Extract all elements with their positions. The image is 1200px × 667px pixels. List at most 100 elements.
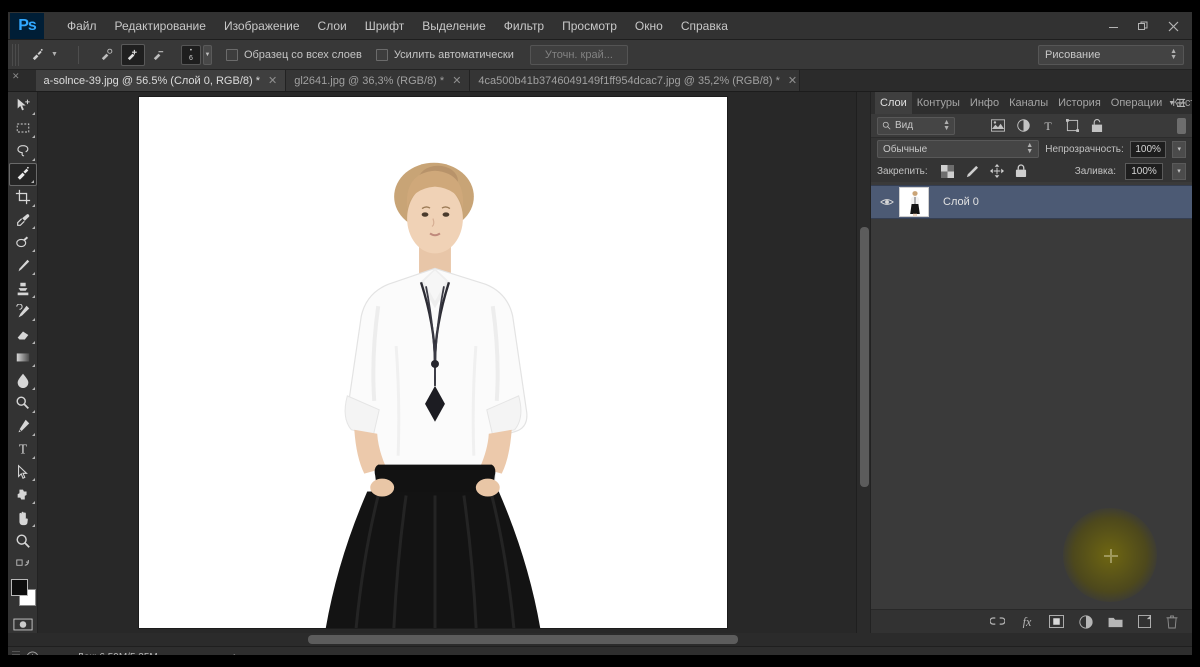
document-size-label: Док: 6,59M/5,35M	[77, 652, 158, 655]
menu-item-image[interactable]: Изображение	[215, 15, 309, 37]
foreground-color-swatch[interactable]	[10, 579, 28, 597]
panel-tab-layers[interactable]: Слои	[875, 92, 912, 114]
move-tool[interactable]	[9, 94, 37, 117]
layer-style-fx-icon[interactable]: fx	[1020, 615, 1034, 628]
layer-filter-chevron-updown-icon[interactable]: ▲ ▼	[943, 119, 950, 132]
document-tab-1-close-icon[interactable]: ✕	[268, 74, 277, 87]
layer-filter-enable-toggle[interactable]	[1177, 117, 1186, 134]
panel-tab-actions[interactable]: Операции	[1106, 94, 1167, 112]
gradient-tool[interactable]	[9, 346, 37, 369]
svg-text:fx: fx	[1023, 615, 1032, 628]
dodge-tool[interactable]	[9, 392, 37, 415]
eyedropper-tool[interactable]	[9, 209, 37, 232]
new-adjustment-layer-icon[interactable]	[1079, 614, 1093, 629]
sample-all-layers-row[interactable]: Образец со всех слоев	[225, 48, 362, 61]
new-layer-icon[interactable]	[1138, 615, 1151, 628]
menu-item-layers[interactable]: Слои	[309, 15, 356, 37]
color-swatches[interactable]	[9, 579, 37, 609]
subtract-from-selection-icon[interactable]	[147, 44, 171, 66]
zoom-tool[interactable]	[9, 529, 37, 552]
new-selection-icon[interactable]	[95, 44, 119, 66]
layer-filter-type-select[interactable]: Вид ▲ ▼	[877, 116, 955, 135]
layer-list[interactable]: Слой 0	[871, 182, 1192, 609]
layer-name[interactable]: Слой 0	[943, 196, 979, 208]
refine-edge-button[interactable]: Уточн. край...	[529, 44, 628, 65]
panel-tab-channels[interactable]: Каналы	[1004, 94, 1053, 112]
quick-selection-tool[interactable]	[8, 162, 37, 186]
menu-item-file[interactable]: Файл	[58, 15, 106, 37]
menu-item-window[interactable]: Окно	[626, 15, 672, 37]
blend-mode-row: Обычные ▲ ▼ Непрозрачность: 100% ▾	[871, 138, 1192, 160]
document-tab-1[interactable]: a-solnce-39.jpg @ 56.5% (Слой 0, RGB/8) …	[35, 70, 287, 91]
hand-tool[interactable]	[9, 506, 37, 529]
link-layers-icon[interactable]	[990, 616, 1005, 627]
brush-tool[interactable]	[9, 254, 37, 277]
workspace-selector[interactable]: Рисование ▲ ▼	[1038, 45, 1184, 65]
blend-mode-select[interactable]: Обычные ▲ ▼	[877, 140, 1040, 158]
canvas-horizontal-scrollbar[interactable]	[8, 633, 1192, 646]
auto-enhance-row[interactable]: Усилить автоматически	[375, 48, 514, 61]
panel-tab-paths[interactable]: Контуры	[912, 94, 965, 112]
restore-icon[interactable]	[1128, 15, 1158, 37]
add-layer-mask-icon[interactable]	[1049, 615, 1064, 628]
options-bar-grip[interactable]	[12, 43, 19, 66]
brush-size-field[interactable]: • 6	[180, 44, 201, 65]
menu-item-type[interactable]: Шрифт	[356, 15, 413, 37]
layer-thumbnail[interactable]	[899, 187, 929, 217]
add-to-selection-icon[interactable]	[120, 43, 145, 66]
quick-mask-icon[interactable]	[11, 617, 35, 633]
path-selection-tool[interactable]	[9, 461, 37, 484]
status-expand-icon[interactable]: ▶ ◂	[234, 652, 248, 655]
canvas-area[interactable]	[38, 92, 870, 633]
document-tab-3[interactable]: 4ca500b41b3746049149f1ff954dcac7.jpg @ 3…	[470, 70, 801, 91]
rectangular-marquee-tool[interactable]	[9, 117, 37, 140]
status-bar-grip[interactable]	[12, 650, 20, 655]
lasso-tool[interactable]	[9, 140, 37, 163]
panel-menu-icon[interactable]: ▼ ☰	[1168, 97, 1186, 110]
canvas-vertical-scroll-thumb[interactable]	[860, 227, 869, 487]
menu-item-edit[interactable]: Редактирование	[106, 15, 215, 37]
panel-tab-history[interactable]: История	[1053, 94, 1106, 112]
panel-tab-info[interactable]: Инфо	[965, 94, 1004, 112]
new-group-icon[interactable]	[1108, 616, 1123, 628]
edit-toolbar-icon[interactable]	[9, 552, 37, 575]
opacity-value-field[interactable]: 100%	[1129, 140, 1167, 158]
workspace-chevron-updown-icon[interactable]: ▲ ▼	[1170, 48, 1177, 61]
blur-tool[interactable]	[9, 369, 37, 392]
sample-all-layers-checkbox[interactable]	[225, 48, 238, 61]
minimize-icon[interactable]	[1098, 15, 1128, 37]
auto-enhance-checkbox[interactable]	[375, 48, 388, 61]
fill-chevron-down-icon[interactable]: ▾	[1172, 162, 1186, 180]
canvas-horizontal-scroll-thumb[interactable]	[308, 635, 738, 644]
document-tab-2-close-icon[interactable]: ✕	[452, 74, 461, 87]
layer-row[interactable]: Слой 0	[871, 185, 1192, 219]
menu-item-filter[interactable]: Фильтр	[495, 15, 553, 37]
fill-value-field[interactable]: 100%	[1125, 162, 1163, 180]
custom-shape-tool[interactable]	[9, 483, 37, 506]
clone-stamp-tool[interactable]	[9, 277, 37, 300]
tool-preset-chevron-down-icon[interactable]: ▼	[51, 51, 58, 58]
close-icon[interactable]	[1158, 15, 1188, 37]
document-canvas[interactable]	[138, 96, 728, 629]
canvas-vertical-scrollbar[interactable]	[856, 92, 870, 633]
horizontal-type-tool[interactable]: T	[9, 438, 37, 461]
eraser-tool[interactable]	[9, 323, 37, 346]
opacity-chevron-down-icon[interactable]: ▾	[1172, 140, 1187, 158]
menu-item-view[interactable]: Просмотр	[553, 15, 626, 37]
quick-selection-tool-icon[interactable]	[25, 44, 49, 66]
auto-enhance-label: Усилить автоматически	[393, 48, 514, 61]
brush-size-chevron-down-icon[interactable]: ▼	[202, 44, 212, 65]
document-tab-3-close-icon[interactable]: ✕	[788, 74, 797, 87]
current-tool-preset[interactable]: ▼	[25, 44, 66, 66]
layer-visibility-eye-icon[interactable]	[877, 197, 897, 207]
menu-item-select[interactable]: Выделение	[413, 15, 495, 37]
document-tab-2[interactable]: gl2641.jpg @ 36,3% (RGB/8) * ✕	[286, 70, 471, 91]
delete-layer-icon[interactable]	[1166, 615, 1178, 629]
pen-tool[interactable]	[9, 415, 37, 438]
spot-healing-brush-tool[interactable]	[9, 231, 37, 254]
tab-strip-close-icon[interactable]: ✕	[12, 70, 20, 91]
history-brush-tool[interactable]	[9, 300, 37, 323]
crop-tool[interactable]	[9, 186, 37, 209]
menu-item-help[interactable]: Справка	[672, 15, 737, 37]
blend-mode-chevron-updown-icon[interactable]: ▲ ▼	[1026, 142, 1033, 155]
